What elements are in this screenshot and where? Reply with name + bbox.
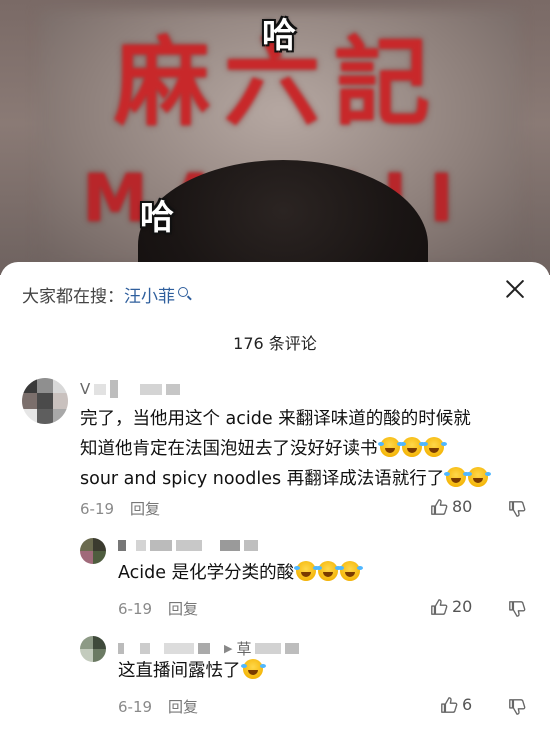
like-button[interactable]: 20: [430, 597, 472, 616]
comment-count: 176 条评论: [233, 334, 317, 353]
username-mosaic: [94, 383, 107, 395]
thumb-up-icon: [431, 598, 448, 615]
username-mosaic: [220, 540, 240, 551]
sign-letter: I: [429, 160, 468, 237]
reply-item: Acide 是化学分类的酸 6-19 回复 20: [0, 532, 550, 628]
reply-button[interactable]: 回复: [168, 698, 198, 716]
sign-char: 麻: [114, 27, 216, 139]
like-count: 6: [462, 695, 473, 714]
comment-text: Acide 是化学分类的酸: [118, 558, 361, 588]
laugh-cry-emoji-icon: [377, 437, 400, 457]
comment-line: 知道他肯定在法国泡妞去了没好好读书: [80, 434, 488, 464]
overlay-caption-mid: 哈: [140, 198, 174, 238]
avatar-mosaic: [22, 378, 68, 424]
sign-char: 記: [334, 27, 436, 139]
comment-meta: 6-19 回复: [118, 598, 198, 619]
close-icon[interactable]: [502, 276, 528, 302]
overlay-caption-top: 哈: [262, 16, 296, 56]
reply-button[interactable]: 回复: [130, 500, 160, 518]
laugh-cry-emoji-icon: [444, 467, 467, 487]
comment-line-text: sour and spicy noodles 再翻译成法语就行了: [80, 469, 445, 489]
username-mosaic: [255, 643, 282, 654]
comment-line-text: 知道他肯定在法国泡妞去了没好好读书: [80, 439, 378, 459]
comment-line: sour and spicy noodles 再翻译成法语就行了: [80, 464, 489, 494]
comment-text: 完了，当他用这个 acide 来翻译味道的酸的时候就 知道他肯定在法国泡妞去了没…: [80, 404, 489, 494]
comment-sheet: 大家都在搜：汪小菲 176 条评论 V 完了，当他用这个 acide 来翻译味道…: [0, 262, 550, 737]
comment-date: 6-19: [80, 500, 115, 518]
like-button[interactable]: 6: [440, 695, 472, 714]
reply-button[interactable]: 回复: [168, 600, 198, 618]
username-mosaic: [150, 540, 172, 551]
avatar-mosaic: [80, 636, 106, 662]
laugh-cry-emoji-icon: [240, 659, 263, 679]
reply-item: ▶ 草 这直播间露怯了 6-19 回复 6: [0, 630, 550, 730]
search-icon: [178, 287, 188, 297]
avatar[interactable]: [22, 378, 68, 424]
comment-line: 完了，当他用这个 acide 来翻译味道的酸的时候就: [80, 409, 471, 429]
trending-search-label: 大家都在搜：: [22, 287, 124, 307]
avatar[interactable]: [80, 636, 106, 662]
username[interactable]: V: [80, 380, 181, 398]
username-mosaic: [140, 383, 163, 395]
comment-date: 6-19: [118, 600, 153, 618]
laugh-cry-emoji-icon: [399, 437, 422, 457]
laugh-cry-emoji-icon: [338, 561, 361, 581]
laugh-cry-emoji-icon: [316, 561, 339, 581]
laugh-cry-emoji-icon: [421, 437, 444, 457]
laugh-cry-emoji-icon: [466, 467, 489, 487]
comment-date: 6-19: [118, 698, 153, 716]
trending-search-keyword[interactable]: 汪小菲: [124, 287, 175, 307]
comment-text: 这直播间露怯了: [118, 656, 263, 686]
thumb-down-icon[interactable]: [508, 500, 526, 518]
username-mosaic: [285, 643, 300, 654]
like-count: 80: [452, 497, 473, 516]
thumb-down-icon[interactable]: [508, 600, 526, 618]
laugh-cry-emoji-icon: [294, 561, 317, 581]
username-initial: V: [80, 380, 91, 398]
like-count: 20: [452, 597, 473, 616]
like-button[interactable]: 80: [430, 497, 472, 516]
username-mosaic: [198, 643, 210, 654]
comment-meta: 6-19 回复: [118, 696, 198, 717]
comment-line: 这直播间露怯了: [118, 656, 263, 686]
username-mosaic: [176, 540, 202, 551]
comment-meta: 6-19 回复: [80, 498, 160, 519]
username-mosaic: [118, 540, 126, 551]
username-mosaic: [110, 380, 119, 398]
username-mosaic: [118, 643, 124, 654]
comment-item: V 完了，当他用这个 acide 来翻译味道的酸的时候就 知道他肯定在法国泡妞去…: [0, 372, 550, 532]
comment-line-text: Acide 是化学分类的酸: [118, 563, 295, 583]
thumb-up-icon: [431, 498, 448, 515]
username-mosaic: [164, 643, 194, 654]
trending-search[interactable]: 大家都在搜：汪小菲: [22, 282, 188, 307]
thumb-up-icon: [441, 696, 458, 713]
comment-line-text: 这直播间露怯了: [118, 661, 241, 681]
username-mosaic: [244, 540, 258, 551]
comment-line: Acide 是化学分类的酸: [118, 558, 361, 588]
username-mosaic: [166, 383, 181, 395]
thumb-down-icon[interactable]: [508, 698, 526, 716]
avatar[interactable]: [80, 538, 106, 564]
username-mosaic: [140, 643, 150, 654]
avatar-mosaic: [80, 538, 106, 564]
video-player[interactable]: 麻 六 記 M A L U J I 哈 哈: [0, 0, 550, 275]
reply-arrow-icon: ▶: [224, 642, 233, 655]
username-mosaic: [136, 540, 146, 551]
username[interactable]: [118, 540, 258, 551]
